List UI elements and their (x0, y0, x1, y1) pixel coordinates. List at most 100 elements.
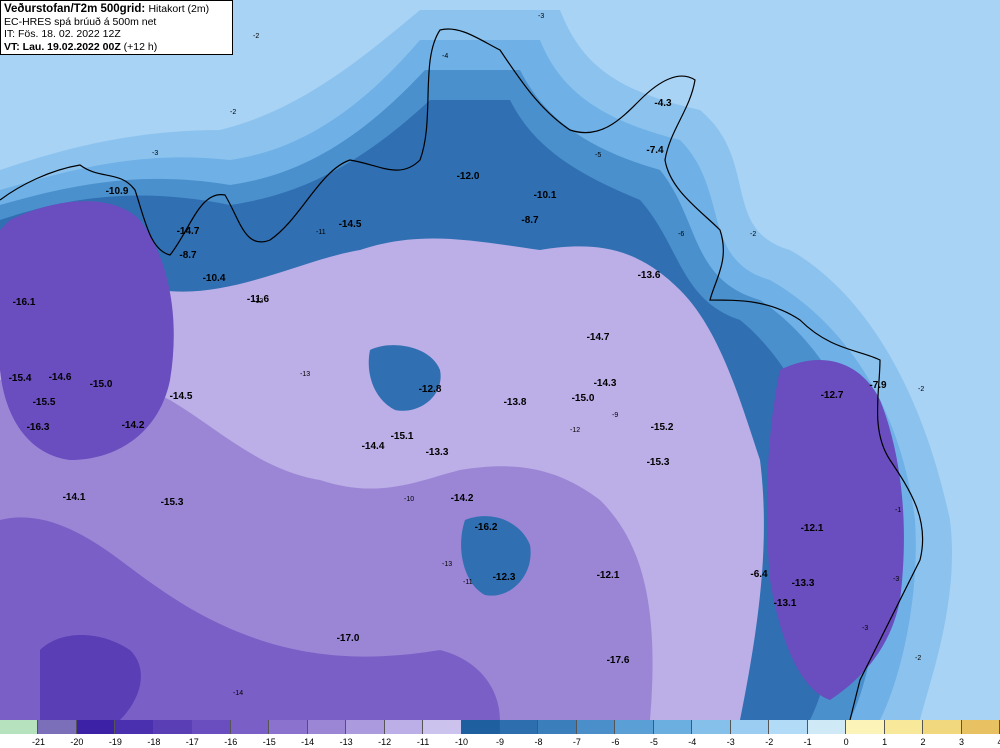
colorbar-label: -20 (70, 737, 84, 747)
colorbar-label: -5 (649, 737, 658, 747)
temperature-map[interactable]: -10.9 -14.7 -8.7 -10.4 -11.6 -16.1 -15.4 -14.6-… (0, 0, 1000, 720)
colorbar-label: 1 (882, 737, 888, 747)
colorbar-cell (692, 720, 731, 734)
isoline-label: -11 (316, 229, 326, 236)
temperature-label: -13.1 (774, 598, 797, 609)
colorbar-cell (500, 720, 539, 734)
temperature-label: -13.6 (638, 270, 661, 281)
colorbar-label: -15 (262, 737, 276, 747)
colorbar-cell (230, 720, 270, 734)
temperature-label: -12.1 (801, 523, 824, 534)
colorbar-cell (346, 720, 385, 734)
colorbar-label: -19 (108, 737, 122, 747)
colorbar-label: -11 (416, 737, 430, 747)
colorbar-cell (307, 720, 347, 734)
temperature-label: -12.0 (457, 171, 480, 182)
isoline-label: -10 (404, 496, 414, 503)
isoline-label: -1 (895, 507, 901, 514)
colorbar-cell (807, 720, 847, 734)
isoline-label: -2 (918, 386, 924, 393)
isoline-label: -13 (300, 371, 310, 378)
temperature-label: -16.1 (13, 297, 36, 308)
temperature-label: -12.7 (821, 390, 844, 401)
colorbar-label: -8 (534, 737, 543, 747)
temperature-label: -15.4 (9, 373, 32, 384)
colorbar-cell (76, 720, 116, 734)
temperature-label: -14.4 (362, 441, 385, 452)
model-line: EC-HRES spá brúuð á 500m net (4, 15, 157, 28)
isoline-label: -2 (915, 655, 921, 662)
temperature-label: -7.4 (646, 145, 664, 156)
temperature-label: -7.9 (869, 380, 887, 391)
temperature-label: -10.4 (203, 273, 226, 284)
colorbar-cell (38, 720, 77, 734)
temperature-label: -14.2 (122, 420, 145, 431)
isoline-label: -9 (612, 412, 618, 419)
isoline-label: -5 (595, 152, 601, 159)
temperature-label: -8.7 (179, 250, 197, 261)
temperature-label: -6.4 (750, 569, 768, 580)
temperature-label: -13.3 (792, 578, 815, 589)
temperature-label: -14.6 (49, 372, 72, 383)
colorbar-cell (615, 720, 654, 734)
isoline-label: -3 (538, 13, 544, 20)
temperature-label: -15.1 (391, 431, 414, 442)
colorbar-cell (730, 720, 770, 734)
temperature-label: -13.8 (504, 397, 527, 408)
colorbar-label: -3 (726, 737, 735, 747)
colorbar-cell (0, 720, 39, 734)
colorbar-label: -18 (147, 737, 161, 747)
colorbar-label: 2 (920, 737, 926, 747)
isoline-label: -4 (442, 53, 448, 60)
isoline-label: -12 (253, 298, 263, 305)
map-title: Veðurstofan/T2m 500grid: Hitakort (2m) (4, 3, 210, 15)
temperature-label: -13.3 (426, 447, 449, 458)
temperature-label: -4.3 (654, 98, 672, 109)
colorbar-cell (384, 720, 424, 734)
temperature-label: -14.5 (170, 391, 193, 402)
colorbar-label: -2 (765, 737, 774, 747)
temperature-label: -15.5 (33, 397, 56, 408)
temperature-label: -17.6 (607, 655, 630, 666)
temperature-label: -14.1 (63, 492, 86, 503)
isoline-label: -13 (442, 561, 452, 568)
temperature-label: -10.1 (534, 190, 557, 201)
colorbar-label: -7 (572, 737, 581, 747)
isoline-label: -6 (678, 231, 684, 238)
colorbar-label: -16 (224, 737, 238, 747)
temperature-label: -8.7 (521, 215, 539, 226)
temperature-label: -12.8 (419, 384, 442, 395)
valid-time: VT: Lau. 19.02.2022 00Z (+12 h) (4, 40, 158, 53)
colorbar-cell (269, 720, 308, 734)
temperature-label: -12.1 (597, 570, 620, 581)
isoline-label: -3 (152, 150, 158, 157)
colorbar-label: -9 (495, 737, 505, 747)
temperature-label: -16.2 (475, 522, 498, 533)
isoline-label: -11 (463, 579, 473, 586)
colorbar-cell (769, 720, 808, 734)
colorbar-cell (884, 720, 924, 734)
colorbar-legend: -21 -20 -19 -18 -17 -16 -15 -14 -13 -12 -11 -10 -9 -8… (0, 720, 1000, 748)
temperature-label: -15.3 (647, 457, 670, 468)
colorbar-label: 3 (959, 737, 965, 747)
isoline-label: -3 (893, 576, 899, 583)
init-time: IT: Fös. 18. 02. 2022 12Z (4, 28, 121, 40)
temperature-label: -15.3 (161, 497, 184, 508)
colorbar-cell (153, 720, 193, 734)
temperature-label: -15.0 (572, 393, 595, 404)
temperature-label: -17.0 (337, 633, 360, 644)
colorbar-label: -21 (31, 737, 45, 747)
colorbar-cell (115, 720, 154, 734)
colorbar-cell (423, 720, 462, 734)
isoline-label: -12 (570, 427, 580, 434)
colorbar-label: -12 (378, 737, 392, 747)
colorbar-label: -6 (611, 737, 620, 747)
isoline-label: -3 (862, 625, 868, 632)
colorbar-label: -1 (803, 737, 812, 747)
temperature-label: -14.2 (451, 493, 474, 504)
temperature-label: -14.7 (587, 332, 610, 343)
colorbar-cell (923, 720, 962, 734)
colorbar-label: 0 (843, 737, 849, 747)
colorbar-cell (538, 720, 577, 734)
colorbar-label: -17 (185, 737, 199, 747)
